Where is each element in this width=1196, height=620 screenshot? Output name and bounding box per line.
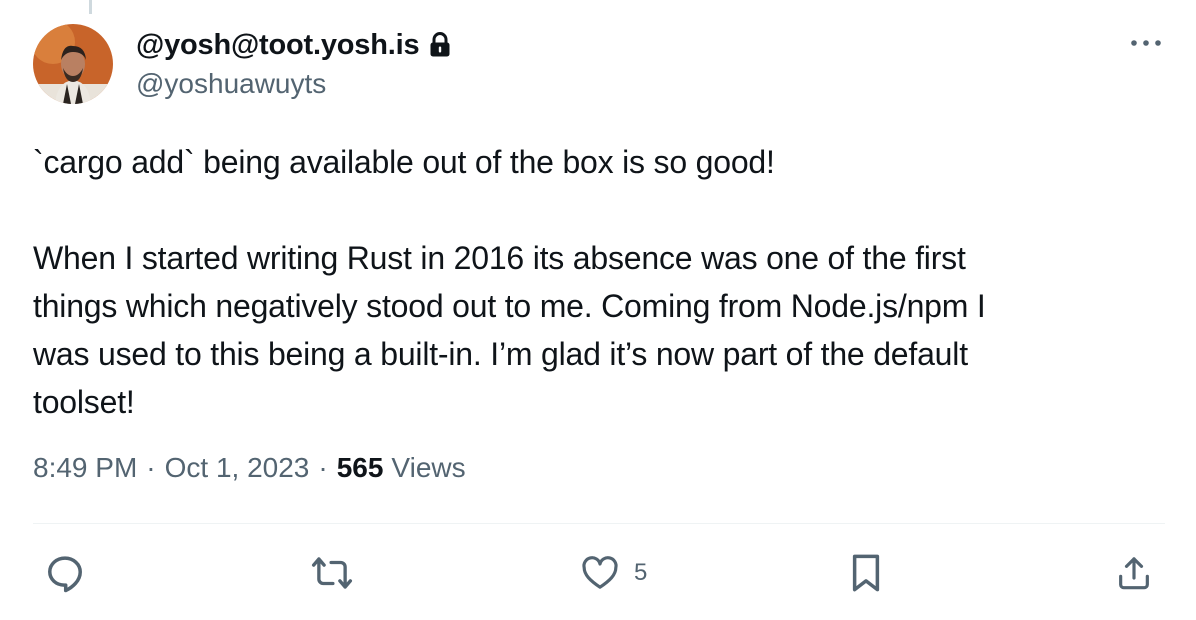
like-count: 5 — [634, 559, 648, 586]
author-name-row: @yosh@toot.yosh.is — [136, 28, 451, 62]
avatar[interactable] — [33, 24, 113, 104]
reply-button[interactable] — [44, 552, 86, 594]
avatar-image — [33, 24, 113, 104]
views-count[interactable]: 565 — [337, 452, 384, 484]
user-handle[interactable]: @yoshuawuyts — [136, 68, 326, 100]
tweet-text: `cargo add` being available out of the b… — [33, 138, 1153, 426]
bookmark-icon — [848, 552, 884, 594]
bookmark-button[interactable] — [848, 552, 884, 594]
heart-icon — [580, 553, 620, 593]
divider — [33, 523, 1165, 524]
tweet-paragraph-2-line-4: toolset! — [33, 384, 135, 420]
tweet-paragraph-2-line-2: things which negatively stood out to me.… — [33, 288, 986, 324]
tweet-paragraph-2-line-3: was used to this being a built-in. I’m g… — [33, 336, 968, 372]
lock-icon — [429, 32, 451, 58]
tweet-paragraph-1: `cargo add` being available out of the b… — [33, 144, 775, 180]
reply-icon — [44, 552, 86, 594]
like-button[interactable]: 5 — [580, 552, 647, 594]
thread-connector-line — [89, 0, 92, 14]
separator-dot: · — [146, 452, 156, 483]
tweet-paragraph-2-line-1: When I started writing Rust in 2016 its … — [33, 240, 966, 276]
views-label[interactable]: Views — [391, 452, 465, 484]
retweet-button[interactable] — [310, 552, 354, 594]
share-button[interactable] — [1114, 552, 1154, 594]
tweet-time[interactable]: 8:49 PM — [33, 452, 137, 484]
display-name[interactable]: @yosh@toot.yosh.is — [136, 29, 420, 62]
share-icon — [1114, 552, 1154, 594]
tweet-date[interactable]: Oct 1, 2023 — [165, 452, 310, 484]
tweet-metadata: 8:49 PM · Oct 1, 2023 · 565 Views — [33, 452, 466, 484]
more-icon[interactable] — [1128, 30, 1164, 56]
separator-dot: · — [318, 452, 328, 483]
retweet-icon — [310, 552, 354, 594]
